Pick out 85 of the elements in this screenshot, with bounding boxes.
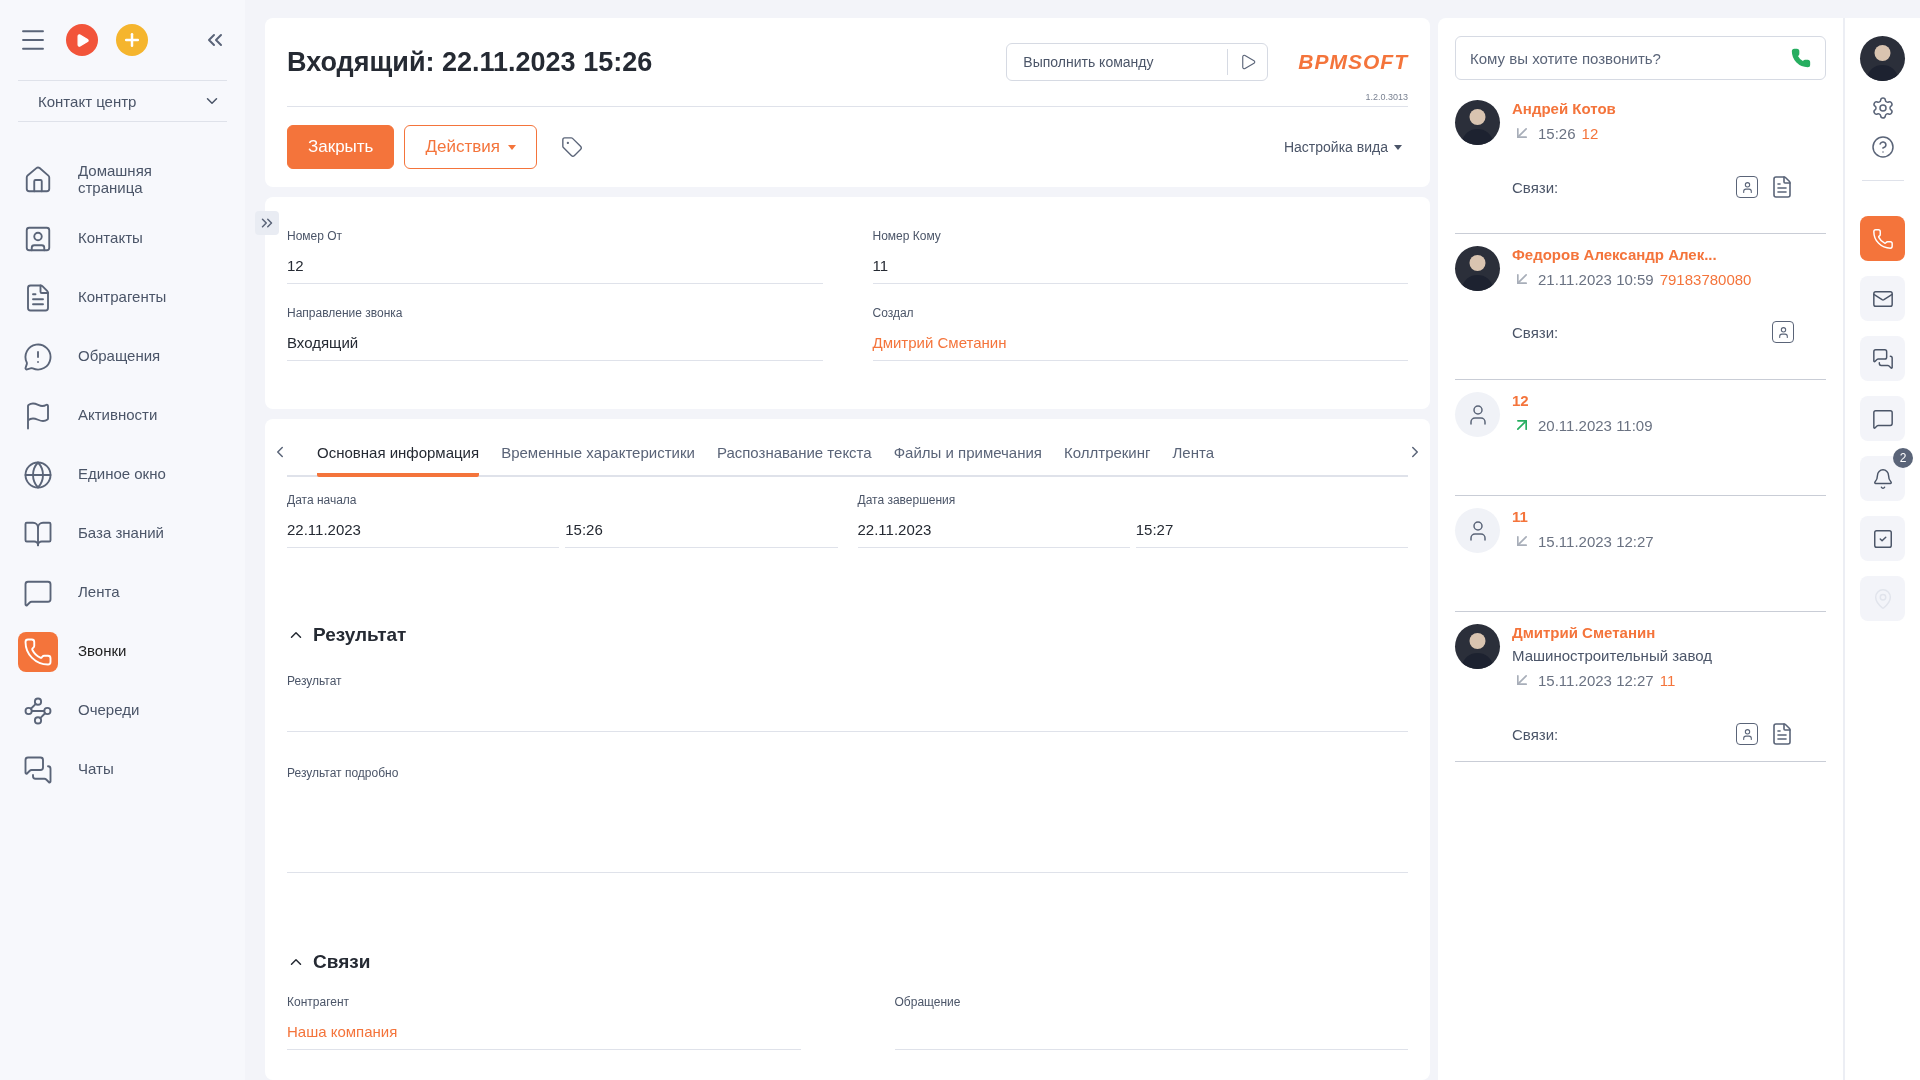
version-text: 1.2.0.3013 <box>1365 92 1408 102</box>
call-search-field[interactable]: Кому вы хотите позвонить? <box>1455 36 1826 80</box>
checkbox-icon <box>1871 527 1894 550</box>
phone-icon <box>1871 227 1894 250</box>
nav-item[interactable]: Контрагенты <box>18 268 227 327</box>
links-label: Связи: <box>1512 178 1560 196</box>
call-search-input[interactable]: Кому вы хотите позвонить? <box>1456 49 1791 67</box>
page-title: Входящий: 22.11.2023 15:26 <box>287 46 654 78</box>
tab[interactable]: Основная информация <box>317 444 480 477</box>
call-time: 15.11.2023 12:27 <box>1538 532 1654 550</box>
field-label: Контрагент <box>287 995 351 1009</box>
call-time: 15.11.2023 12:27 <box>1538 671 1654 689</box>
field-label: Результат подробно <box>287 766 400 780</box>
contact-link-icon[interactable] <box>1736 176 1758 198</box>
field-value: 11 <box>872 257 890 275</box>
nav-item[interactable]: Активности <box>18 386 227 445</box>
chats-button[interactable] <box>1860 336 1905 381</box>
field-value: 12 <box>287 257 305 275</box>
tab[interactable]: Распознавание текста <box>716 444 872 477</box>
tab[interactable]: Файлы и примечания <box>893 444 1042 477</box>
nav-item[interactable]: Единое окно <box>18 445 227 504</box>
field-label: Обращение <box>894 995 962 1009</box>
section-header[interactable]: Результат <box>287 624 407 646</box>
checkbox-button[interactable] <box>1860 516 1905 561</box>
play-button[interactable] <box>66 24 98 56</box>
section-select[interactable]: Контакт центр <box>18 80 227 122</box>
field-label: Дата завершения <box>857 493 957 507</box>
links-label: Связи: <box>1512 725 1560 743</box>
expand-icon[interactable] <box>255 211 279 235</box>
logo: BPMSOFT <box>1298 50 1408 74</box>
command-field[interactable]: Выполнить команду <box>1006 43 1269 81</box>
field-label: Создал <box>872 306 915 320</box>
tab[interactable]: Лента <box>1172 444 1215 477</box>
call-time: 21.11.2023 10:59 <box>1538 270 1654 288</box>
settings-icon[interactable] <box>1870 96 1895 120</box>
nav-item[interactable]: Чаты <box>18 740 227 799</box>
nav-item[interactable]: Контакты <box>18 209 227 268</box>
mail-button[interactable] <box>1860 276 1905 321</box>
user-avatar[interactable] <box>1860 36 1905 81</box>
chat-bubble-icon <box>1871 407 1894 430</box>
nav-item[interactable]: Звонки <box>18 622 227 681</box>
section-header[interactable]: Связи <box>287 951 371 973</box>
notification-badge: 2 <box>1893 448 1913 468</box>
caret-icon <box>507 144 516 150</box>
phone-icon <box>18 631 58 672</box>
tab[interactable]: Временные характеристики <box>501 444 695 477</box>
tab[interactable]: Коллтрекинг <box>1064 444 1151 477</box>
time-value: 15:26 <box>565 521 604 539</box>
links-label: Связи: <box>1512 323 1560 341</box>
bell-icon <box>1871 467 1894 490</box>
phone-icon[interactable] <box>1791 48 1811 68</box>
nav-item[interactable]: Домашняя страница <box>18 150 227 209</box>
document-link-icon[interactable] <box>1770 722 1794 746</box>
call-time: 20.11.2023 11:09 <box>1538 416 1653 434</box>
field-value: Входящий <box>287 334 360 352</box>
nav-item[interactable]: Очереди <box>18 681 227 740</box>
chats-icon <box>1871 347 1894 370</box>
field-label: Номер От <box>287 229 344 243</box>
time-value: 15:27 <box>1135 521 1175 539</box>
field-label: Номер Кому <box>872 229 942 243</box>
command-input[interactable]: Выполнить команду <box>1007 54 1228 70</box>
phone-number: 12 <box>1581 124 1599 142</box>
phone-button[interactable] <box>1860 216 1905 261</box>
help-icon[interactable] <box>1870 135 1895 159</box>
field-label: Направление звонка <box>287 306 404 320</box>
phone-number: 11 <box>1659 671 1676 689</box>
phone-number: 79183780080 <box>1659 270 1752 288</box>
contact-link-icon[interactable] <box>1736 723 1758 745</box>
date-value: 22.11.2023 <box>857 521 933 539</box>
caret-icon <box>1394 144 1402 150</box>
tag-icon[interactable] <box>560 136 583 158</box>
call-time: 15:26 <box>1538 124 1576 142</box>
field-label: Дата начала <box>287 493 358 507</box>
nav-item[interactable]: Лента <box>18 563 227 622</box>
play-icon <box>74 32 90 48</box>
nav-item[interactable]: База знаний <box>18 504 227 563</box>
document-link-icon[interactable] <box>1770 175 1794 199</box>
plus-icon <box>122 30 142 50</box>
date-value: 22.11.2023 <box>287 521 362 539</box>
field-label: Результат <box>287 674 343 688</box>
nav-item[interactable]: Обращения <box>18 327 227 386</box>
contact-link-icon[interactable] <box>1772 321 1794 343</box>
view-settings-button[interactable]: Настройка вида <box>1277 138 1408 156</box>
company-name: Машиностроительный завод <box>1512 647 1713 664</box>
chat-bubble-button[interactable] <box>1860 396 1905 441</box>
